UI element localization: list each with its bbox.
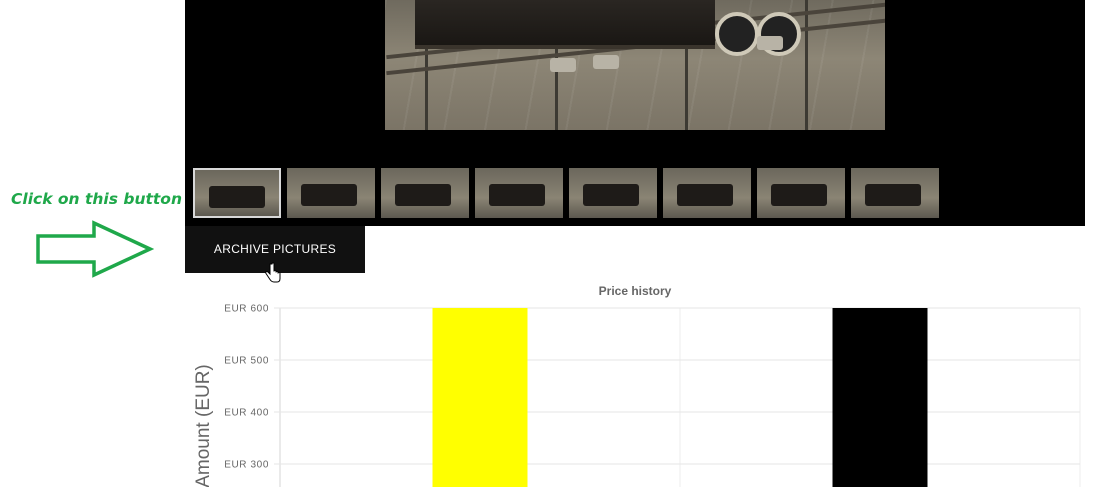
plank-divider [805,0,808,130]
thumbnail-1[interactable] [193,168,281,218]
chart-title: Price history [599,284,672,298]
thumbnail-4[interactable] [475,168,563,218]
track-block [550,58,576,72]
track-block [757,36,783,50]
thumbnail-subject [677,184,733,206]
thumbnail-subject [301,184,357,206]
y-tick-label: EUR 600 [224,304,269,315]
thumbnail-2[interactable] [287,168,375,218]
callout-text: Click on this button [11,190,182,208]
thumbnail-subject [395,184,451,206]
y-tick-label: EUR 400 [224,408,269,419]
thumbnail-6[interactable] [663,168,751,218]
thumbnail-subject [489,184,545,206]
price-bar[interactable] [832,308,928,487]
thumbnail-3[interactable] [381,168,469,218]
y-tick-label: EUR 300 [224,460,269,471]
locomotive-shape [415,0,715,49]
y-tick-label: EUR 500 [224,356,269,367]
chart-grid [274,307,1081,487]
price-history-chart: Price history EUR 600 EUR 500 EUR 400 EUR 3… [193,284,1081,487]
locomotive-wheel [715,12,759,56]
main-photo[interactable] [385,0,885,130]
thumbnail-subject [865,184,921,206]
y-axis-label: Amount (EUR) [193,364,214,487]
thumbnail-subject [583,184,639,206]
image-gallery [185,0,1085,226]
thumbnail-7[interactable] [757,168,845,218]
price-bar[interactable] [432,308,528,487]
thumbnail-8[interactable] [851,168,939,218]
track-block [593,55,619,69]
y-axis-ticks: EUR 600 EUR 500 EUR 400 EUR 300 [224,304,269,471]
right-arrow-icon [36,220,154,278]
thumbnail-strip [193,168,939,218]
thumbnail-subject [209,186,265,208]
thumbnail-5[interactable] [569,168,657,218]
thumbnail-subject [771,184,827,206]
